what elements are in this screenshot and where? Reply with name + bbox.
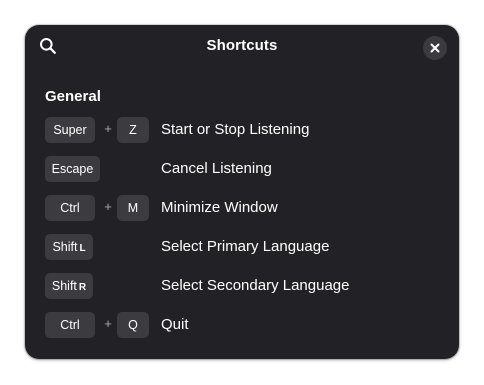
shortcuts-dialog: Shortcuts General Super + Z Start or Sto… [25, 25, 459, 359]
key-cap-sub: R [78, 281, 87, 293]
dialog-title: Shortcuts [206, 37, 278, 54]
shortcut-action: Cancel Listening [161, 160, 272, 177]
key-cap: Ctrl [45, 195, 95, 221]
close-button[interactable] [423, 36, 447, 60]
key-cap: Z [117, 117, 149, 143]
key-separator: + [104, 316, 112, 331]
shortcut-action: Quit [161, 316, 189, 333]
shortcut-row: Ctrl + M Minimize Window [45, 195, 445, 221]
key-cap: M [117, 195, 149, 221]
key-cap: Q [117, 312, 149, 338]
shortcut-action: Start or Stop Listening [161, 121, 310, 138]
shortcut-row: Ctrl + Q Quit [45, 312, 445, 338]
section-title: General [45, 88, 101, 105]
shortcut-action: Minimize Window [161, 199, 278, 216]
key-cap-sub: L [79, 242, 86, 254]
shortcut-row: Shift R Select Secondary Language [45, 273, 445, 299]
key-cap: Shift R [45, 273, 93, 299]
shortcut-row: Super + Z Start or Stop Listening [45, 117, 445, 143]
close-icon [430, 43, 440, 53]
key-separator: + [104, 199, 112, 214]
key-separator: + [104, 121, 112, 136]
shortcut-row: Shift L Select Primary Language [45, 234, 445, 260]
dialog-header: Shortcuts [25, 25, 459, 71]
key-cap-main: Shift [52, 240, 78, 254]
key-cap: Super [45, 117, 95, 143]
shortcut-action: Select Primary Language [161, 238, 330, 255]
key-cap: Shift L [45, 234, 93, 260]
shortcut-row: Escape Cancel Listening [45, 156, 445, 182]
key-cap: Ctrl [45, 312, 95, 338]
key-cap: Escape [45, 156, 100, 182]
key-cap-main: Shift [51, 279, 77, 293]
shortcut-action: Select Secondary Language [161, 277, 350, 294]
